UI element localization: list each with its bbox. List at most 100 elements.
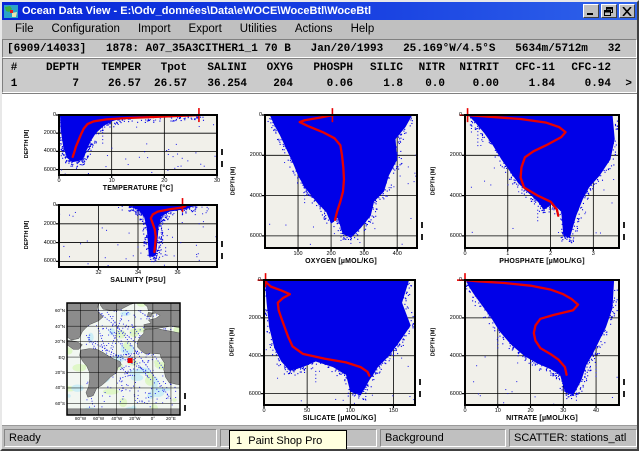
close-icon bbox=[622, 7, 632, 16]
x-axis-title: PHOSPHATE [µMOL/KG] bbox=[465, 258, 619, 265]
mini-colorbar bbox=[221, 149, 223, 167]
more-columns-indicator[interactable]: > bbox=[625, 78, 632, 90]
y-tick-label: 0 bbox=[34, 202, 56, 208]
x-tick-label: 300 bbox=[354, 251, 374, 257]
x-tick-label: 30 bbox=[207, 178, 227, 184]
restore-button[interactable] bbox=[601, 4, 617, 18]
y-tick-label: 0 bbox=[34, 112, 56, 118]
menu-export[interactable]: Export bbox=[180, 21, 231, 38]
x-axis-title: SALINITY [PSU] bbox=[59, 277, 217, 284]
table-cell: 36.254 bbox=[187, 76, 247, 92]
y-tick-label: 6000 bbox=[34, 167, 56, 173]
x-tick-label: 100 bbox=[340, 408, 360, 414]
y-tick-label: 4000 bbox=[239, 353, 261, 359]
x-axis-title: TEMPERATURE [°C] bbox=[59, 185, 217, 192]
map-lon-label: 40°W bbox=[108, 416, 126, 421]
x-tick-label: 0 bbox=[49, 178, 69, 184]
nitrate-depth-plot[interactable]: 0102030400200040006000NITRATE [µMOL/KG]D… bbox=[465, 280, 619, 405]
menu-actions[interactable]: Actions bbox=[286, 21, 342, 38]
salinity-depth-plot[interactable]: 3234360200040006000SALINITY [PSU]DEPTH [… bbox=[59, 205, 217, 267]
x-tick-label: 0 bbox=[455, 408, 475, 414]
status-background: Background bbox=[380, 429, 506, 447]
y-axis-title: DEPTH [M] bbox=[430, 114, 436, 247]
table-cell: 1 bbox=[3, 76, 25, 92]
table-row[interactable]: 1726.5726.5736.2542040.061.80.00.001.840… bbox=[3, 76, 636, 92]
y-axis-title: DEPTH [M] bbox=[24, 114, 30, 174]
temperature-depth-plot[interactable]: 01020300200040006000TEMPERATURE [°C]DEPT… bbox=[59, 115, 217, 175]
y-tick-label: 2000 bbox=[34, 221, 56, 227]
table-cell: 0.94 bbox=[555, 76, 611, 92]
plot-canvas: 01020300200040006000TEMPERATURE [°C]DEPT… bbox=[2, 93, 637, 425]
map-lat-label: 40°N bbox=[47, 324, 65, 329]
table-header-cell: DEPTH bbox=[25, 60, 79, 76]
x-tick-label: 10 bbox=[488, 408, 508, 414]
silicate-depth-plot[interactable]: 0501001500200040006000SILICATE [µMOL/KG]… bbox=[264, 280, 415, 405]
table-header-cell: OXYG bbox=[247, 60, 293, 76]
y-tick-label: 2000 bbox=[440, 315, 462, 321]
y-tick-label: 4000 bbox=[34, 148, 56, 154]
y-axis-title: DEPTH [M] bbox=[230, 114, 236, 247]
minimize-button[interactable] bbox=[583, 4, 599, 18]
table-header-cell: # bbox=[3, 60, 25, 76]
x-tick-label: 400 bbox=[387, 251, 407, 257]
oxygen-depth-plot[interactable]: 1002003004000200040006000OXYGEN [µMOL/KG… bbox=[265, 115, 417, 248]
y-tick-label: 2000 bbox=[34, 130, 56, 136]
title-bar[interactable]: Ocean Data View - E:\Odv_données\Data\eW… bbox=[2, 2, 637, 20]
x-tick-label: 150 bbox=[383, 408, 403, 414]
x-tick-label: 34 bbox=[128, 270, 148, 276]
app-icon bbox=[4, 5, 18, 18]
menu-utilities[interactable]: Utilities bbox=[231, 21, 286, 38]
close-button[interactable] bbox=[619, 4, 635, 18]
table-cell: 0.00 bbox=[445, 76, 499, 92]
mini-colorbar bbox=[623, 379, 625, 397]
map-lat-label: 20°S bbox=[47, 370, 65, 375]
x-tick-label: 32 bbox=[89, 270, 109, 276]
map-lon-label: 0° bbox=[144, 416, 162, 421]
y-tick-label: 4000 bbox=[440, 353, 462, 359]
y-tick-label: 6000 bbox=[440, 391, 462, 397]
menu-import[interactable]: Import bbox=[129, 21, 180, 38]
map-lat-label: 20°N bbox=[47, 339, 65, 344]
y-tick-label: 4000 bbox=[440, 193, 462, 199]
y-tick-label: 0 bbox=[239, 277, 261, 283]
y-tick-label: 2000 bbox=[240, 152, 262, 158]
x-tick-label: 1 bbox=[498, 251, 518, 257]
table-cell: 1.84 bbox=[499, 76, 555, 92]
menu-configuration[interactable]: Configuration bbox=[43, 21, 129, 38]
menu-help[interactable]: Help bbox=[342, 21, 384, 38]
station-info-bar[interactable]: [6909/14033] 1878: A07_35A3CITHER1_1 70 … bbox=[2, 39, 637, 58]
table-header-cell: CFC-12 bbox=[555, 60, 611, 76]
map-lat-label: 60°N bbox=[47, 308, 65, 313]
table-cell: 204 bbox=[247, 76, 293, 92]
mini-colorbar bbox=[419, 379, 421, 397]
y-tick-label: 0 bbox=[440, 277, 462, 283]
map-lat-label: EQ bbox=[47, 355, 65, 360]
y-tick-label: 4000 bbox=[240, 193, 262, 199]
x-tick-label: 0 bbox=[254, 408, 274, 414]
map-lon-label: 60°W bbox=[90, 416, 108, 421]
menu-bar: File Configuration Import Export Utiliti… bbox=[2, 20, 637, 39]
table-header-cell: SALINI bbox=[187, 60, 247, 76]
status-scatter-mode: SCATTER: stations_atl bbox=[509, 429, 637, 447]
y-tick-label: 2000 bbox=[239, 315, 261, 321]
table-header-cell: NITRIT bbox=[445, 60, 499, 76]
mini-colorbar bbox=[623, 222, 625, 240]
station-map[interactable]: 80°W60°W40°W20°W0°20°E60°S40°S20°SEQ20°N… bbox=[67, 303, 180, 415]
x-axis-title: SILICATE [µMOL/KG] bbox=[264, 415, 415, 422]
sample-table[interactable]: #DEPTHTEMPERTpotSALINIOXYGPHOSPHSILICNIT… bbox=[2, 58, 637, 93]
map-lon-label: 20°E bbox=[162, 416, 180, 421]
phosphate-depth-plot[interactable]: 01230200040006000PHOSPHATE [µMOL/KG]DEPT… bbox=[465, 115, 619, 248]
table-cell: 1.8 bbox=[353, 76, 403, 92]
map-lat-label: 40°S bbox=[47, 385, 65, 390]
table-header-cell: SILIC bbox=[353, 60, 403, 76]
map-lon-label: 20°W bbox=[126, 416, 144, 421]
x-tick-label: 50 bbox=[297, 408, 317, 414]
mini-colorbar bbox=[184, 393, 186, 411]
table-header-cell: TEMPER bbox=[79, 60, 141, 76]
x-axis-title: NITRATE [µMOL/KG] bbox=[465, 415, 619, 422]
y-tick-label: 0 bbox=[440, 112, 462, 118]
table-cell: 26.57 bbox=[141, 76, 187, 92]
x-axis-title: OXYGEN [µMOL/KG] bbox=[265, 258, 417, 265]
minimize-icon bbox=[586, 7, 596, 16]
menu-file[interactable]: File bbox=[6, 21, 43, 38]
